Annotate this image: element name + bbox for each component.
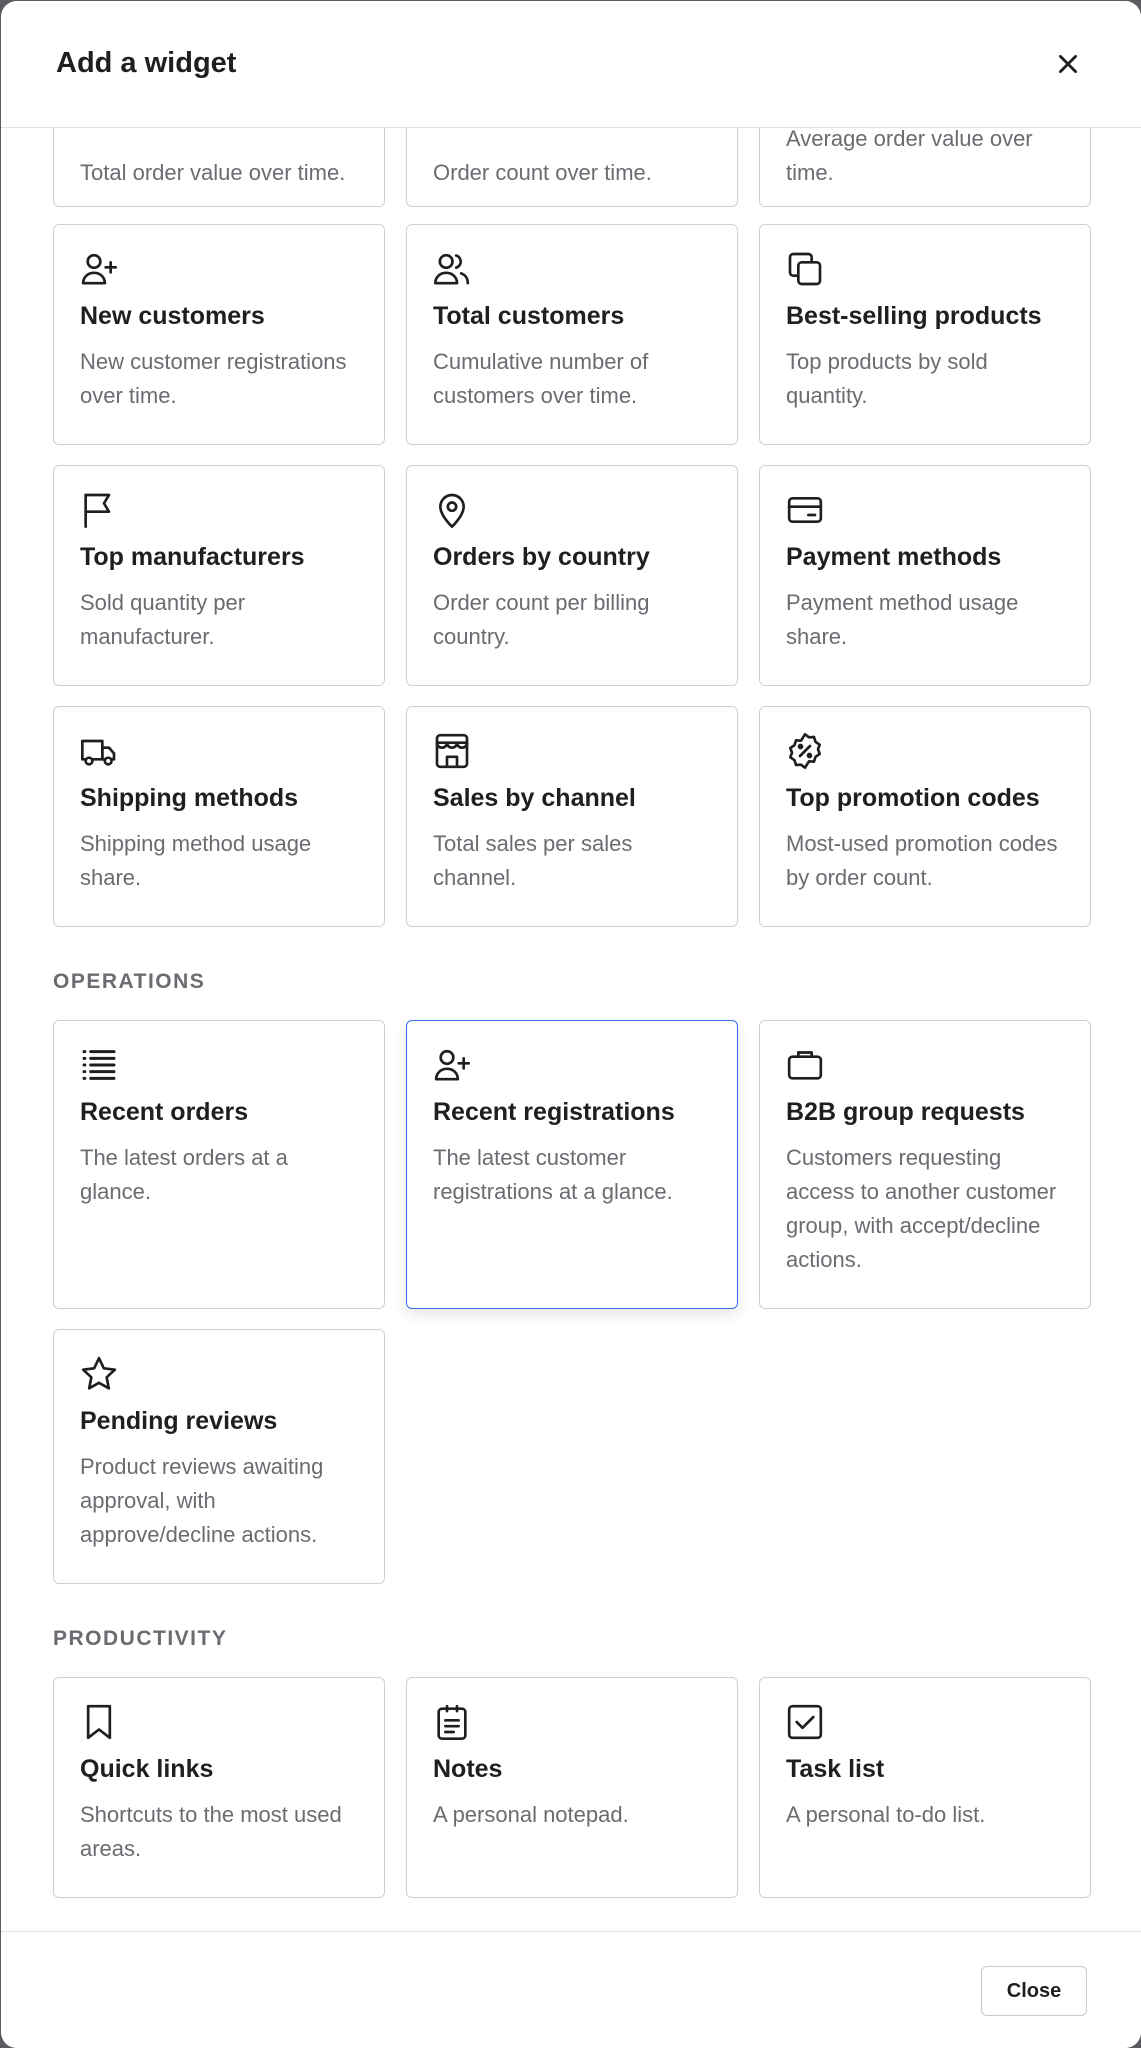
widget-card-notes[interactable]: Notes A personal notepad. [406, 1677, 738, 1898]
flag-icon [79, 490, 119, 530]
widget-card-top-manufacturers[interactable]: Top manufacturers Sold quantity per manu… [53, 465, 385, 686]
store-icon [432, 731, 472, 771]
discount-badge-icon [785, 731, 825, 771]
widget-card-orders-by-country[interactable]: Orders by country Order count per billin… [406, 465, 738, 686]
notepad-icon [432, 1702, 472, 1742]
widget-card-new-customers[interactable]: New customers New customer registrations… [53, 224, 385, 445]
widget-card-title: Quick links [80, 1755, 214, 1783]
close-icon[interactable] [1051, 47, 1085, 81]
user-plus-icon [79, 249, 119, 289]
widget-card-total-sales[interactable]: Total order value over time. [53, 128, 385, 207]
widget-card-best-selling-products[interactable]: Best-selling products Top products by so… [759, 224, 1091, 445]
widget-card-desc: The latest orders at a glance. [80, 1145, 288, 1204]
widget-card-pending-reviews[interactable]: Pending reviews Product reviews awaiting… [53, 1329, 385, 1584]
widget-card-total-customers[interactable]: Total customers Cumulative number of cus… [406, 224, 738, 445]
widget-card-title: Pending reviews [80, 1407, 278, 1435]
truck-icon [79, 731, 119, 771]
widget-card-title: Total customers [433, 302, 625, 330]
widget-card-desc: Shipping method usage share. [80, 831, 312, 890]
modal-title: Add a widget [56, 47, 237, 79]
close-button[interactable]: Close [981, 1966, 1087, 2016]
users-icon [432, 249, 472, 289]
widget-card-desc: A personal notepad. [433, 1802, 629, 1827]
widget-card-desc: Order count per billing country. [433, 590, 650, 649]
widget-card-quick-links[interactable]: Quick links Shortcuts to the most used a… [53, 1677, 385, 1898]
list-icon [79, 1045, 119, 1085]
widget-card-title: Recent orders [80, 1098, 249, 1126]
widget-card-title: B2B group requests [786, 1098, 1025, 1126]
copy-icon [785, 249, 825, 289]
widget-list[interactable]: Total order value over time. Order count… [1, 128, 1141, 1931]
widget-card-desc: Order count over time. [433, 160, 652, 185]
widget-card-average-order-value[interactable]: Average order value over time. [759, 128, 1091, 207]
widget-card-desc: The latest customer registrations at a g… [433, 1145, 673, 1204]
widget-card-desc: Total order value over time. [80, 160, 346, 185]
widget-card-desc: Shortcuts to the most used areas. [80, 1802, 342, 1861]
modal-footer: Close [1, 1931, 1141, 2048]
section-label-productivity: PRODUCTIVITY [53, 1627, 228, 1650]
checkbox-icon [785, 1702, 825, 1742]
widget-card-desc: Product reviews awaiting approval, with … [80, 1454, 324, 1547]
widget-card-title: Top promotion codes [786, 784, 1040, 812]
widget-card-recent-registrations[interactable]: Recent registrations The latest customer… [406, 1020, 738, 1309]
widget-card-title: Top manufacturers [80, 543, 305, 571]
widget-card-title: Best-selling products [786, 302, 1042, 330]
widget-card-desc: Top products by sold quantity. [786, 349, 988, 408]
widget-card-title: Recent registrations [433, 1098, 675, 1126]
widget-card-desc: Payment method usage share. [786, 590, 1019, 649]
widget-card-title: Orders by country [433, 543, 650, 571]
widget-card-desc: Cumulative number of customers over time… [433, 349, 649, 408]
widget-card-sales-by-channel[interactable]: Sales by channel Total sales per sales c… [406, 706, 738, 927]
widget-card-desc: New customer registrations over time. [80, 349, 347, 408]
star-icon [79, 1354, 119, 1394]
widget-card-payment-methods[interactable]: Payment methods Payment method usage sha… [759, 465, 1091, 686]
widget-card-title: Notes [433, 1755, 503, 1783]
credit-card-icon [785, 490, 825, 530]
widget-card-title: New customers [80, 302, 265, 330]
widget-card-desc: Most-used promotion codes by order count… [786, 831, 1058, 890]
widget-card-title: Shipping methods [80, 784, 299, 812]
widget-card-b2b-group-requests[interactable]: B2B group requests Customers requesting … [759, 1020, 1091, 1309]
widget-card-shipping-methods[interactable]: Shipping methods Shipping method usage s… [53, 706, 385, 927]
widget-card-order-count[interactable]: Order count over time. [406, 128, 738, 207]
map-pin-icon [432, 490, 472, 530]
add-widget-modal: Add a widget Total order value over time… [1, 1, 1141, 2048]
briefcase-icon [785, 1045, 825, 1085]
user-plus-icon [432, 1045, 472, 1085]
widget-card-title: Task list [786, 1755, 885, 1783]
bookmark-icon [79, 1702, 119, 1742]
widget-card-desc: A personal to-do list. [786, 1802, 986, 1827]
widget-card-title: Payment methods [786, 543, 1002, 571]
widget-card-desc: Customers requesting access to another c… [786, 1145, 1057, 1272]
widget-card-title: Sales by channel [433, 784, 636, 812]
section-label-operations: OPERATIONS [53, 970, 206, 993]
widget-card-desc: Sold quantity per manufacturer. [80, 590, 246, 649]
widget-card-desc: Average order value over time. [786, 128, 1033, 185]
widget-card-top-promotion-codes[interactable]: Top promotion codes Most-used promotion … [759, 706, 1091, 927]
modal-header: Add a widget [1, 1, 1141, 128]
widget-card-task-list[interactable]: Task list A personal to-do list. [759, 1677, 1091, 1898]
widget-card-recent-orders[interactable]: Recent orders The latest orders at a gla… [53, 1020, 385, 1309]
widget-card-desc: Total sales per sales channel. [433, 831, 633, 890]
